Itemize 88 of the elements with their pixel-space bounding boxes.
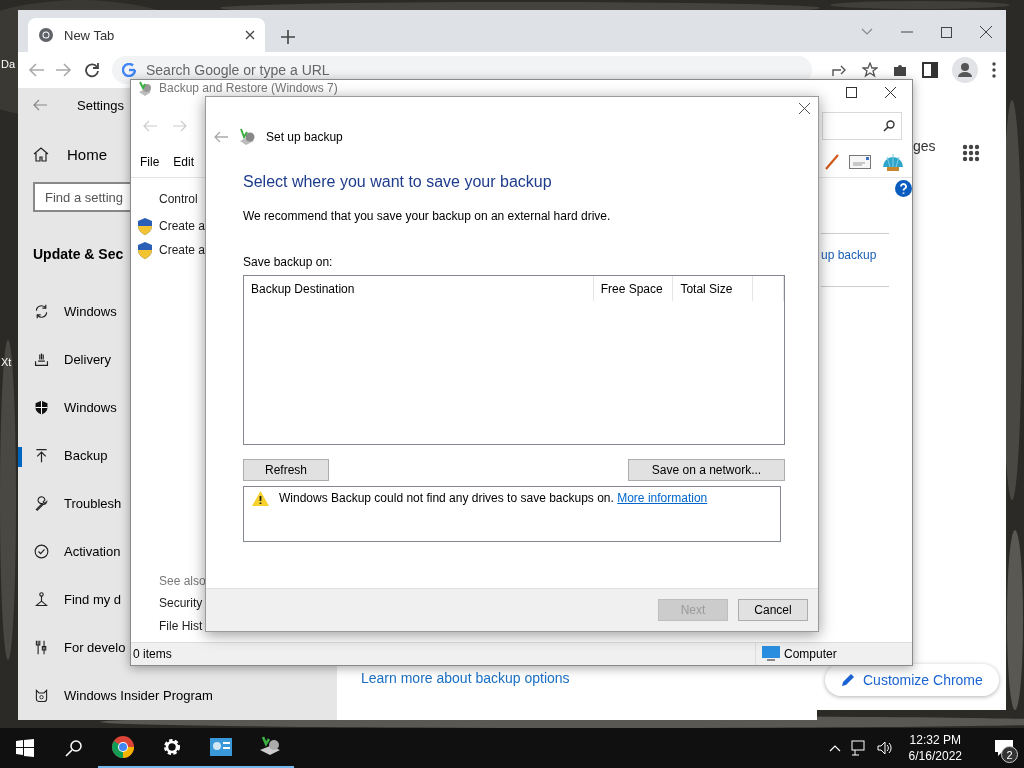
location-label: Computer <box>784 647 837 661</box>
shield-icon <box>137 217 153 235</box>
breadcrumb-link[interactable]: Control <box>137 192 198 214</box>
maximize-icon[interactable] <box>846 87 857 98</box>
person-icon <box>33 590 50 608</box>
list-label: Save backup on: <box>243 255 334 269</box>
browser-tab[interactable]: New Tab <box>28 18 265 52</box>
help-icon[interactable] <box>895 180 912 197</box>
refresh-icon <box>33 302 50 320</box>
check-circle-icon <box>33 542 50 560</box>
dialog-button[interactable]: Cancel <box>738 599 808 621</box>
search-field[interactable] <box>822 112 902 140</box>
nav-item[interactable]: Backup <box>18 433 108 477</box>
see-also-link[interactable]: File Hist <box>137 619 203 642</box>
recommendation-text: We recommend that you save your backup on an external hard drive. <box>243 209 612 223</box>
nav-item[interactable]: Troublesh <box>18 481 122 525</box>
maximize-icon[interactable] <box>941 26 952 38</box>
window-title: Settings <box>77 97 124 113</box>
learn-more-link[interactable]: Learn more about backup options <box>361 670 817 686</box>
speaker-icon[interactable] <box>876 740 893 756</box>
close-icon[interactable] <box>245 30 255 40</box>
item-count: 0 items <box>133 647 172 661</box>
menu-item[interactable]: Edit <box>173 155 195 169</box>
reload-icon[interactable] <box>84 62 100 78</box>
more-information-link[interactable]: More information <box>617 491 708 505</box>
menu-item[interactable]: File <box>140 155 160 169</box>
notification-count: 2 <box>1001 746 1018 763</box>
star-icon[interactable] <box>862 62 878 78</box>
search-field[interactable]: Find a setting <box>33 182 130 212</box>
network-icon[interactable] <box>850 740 867 756</box>
see-also-link[interactable]: Security <box>137 596 203 619</box>
save-on-network-button[interactable]: Save on a network... <box>628 459 785 481</box>
side-panel-icon[interactable] <box>922 62 938 78</box>
section-heading: Update & Sec <box>33 246 124 262</box>
chevron-down-icon[interactable] <box>861 28 873 36</box>
setup-backup-link[interactable]: up backup <box>821 234 912 286</box>
nav-item[interactable]: Windows Insider Program <box>18 673 213 717</box>
slash-icon[interactable] <box>825 154 839 170</box>
customize-chrome-button[interactable]: Customize Chrome <box>825 664 999 696</box>
caret-up-icon[interactable] <box>828 744 841 752</box>
warning-message: Windows Backup could not find any drives to save backups on. More information <box>279 491 708 505</box>
destination-list[interactable]: Backup Destination Free Space Total Size <box>243 275 785 445</box>
control-panel-icon <box>209 738 232 756</box>
see-also-heading: See also <box>158 574 206 590</box>
windows-logo-icon <box>15 739 34 757</box>
search-icon <box>883 120 895 132</box>
column-header[interactable]: Total Size <box>673 276 754 301</box>
home-icon <box>33 146 49 162</box>
close-icon[interactable] <box>885 87 896 98</box>
close-icon[interactable] <box>799 103 810 114</box>
refresh-button[interactable]: Refresh <box>243 459 329 481</box>
apps-grid-icon[interactable] <box>962 144 980 162</box>
backup-icon <box>137 81 153 97</box>
warning-icon <box>252 491 269 506</box>
backup-icon <box>238 128 256 146</box>
nav-item[interactable]: For develo <box>18 625 126 669</box>
envelope-icon[interactable] <box>849 155 871 169</box>
upload-icon <box>33 446 50 464</box>
nav-item[interactable]: Windows <box>18 289 117 333</box>
pencil-icon <box>841 673 855 687</box>
monitor-icon <box>762 646 780 662</box>
nav-item[interactable]: Find my d <box>18 577 122 621</box>
chrome-logo-icon <box>38 27 54 43</box>
nav-item[interactable]: Windows <box>18 385 117 429</box>
task-link[interactable]: Create a <box>159 243 206 257</box>
link-text[interactable]: ges <box>913 138 936 154</box>
shield-icon <box>33 398 50 416</box>
chrome-logo-icon <box>110 735 135 759</box>
column-header[interactable]: Free Space <box>593 276 674 301</box>
gear-icon <box>161 737 182 757</box>
new-tab-icon[interactable] <box>279 30 297 44</box>
google-logo-icon <box>122 63 136 77</box>
search-icon <box>64 739 83 757</box>
nav-item[interactable]: Delivery <box>18 337 111 381</box>
dialog-heading: Select where you want to save your backup <box>243 173 553 191</box>
menu-icon[interactable] <box>992 62 996 78</box>
close-icon[interactable] <box>980 26 992 38</box>
home-nav-item[interactable]: Home <box>33 144 107 164</box>
profile-icon[interactable] <box>952 57 978 83</box>
column-header[interactable]: Backup Destination <box>244 276 594 301</box>
clock[interactable]: 12:32 PM 6/16/2022 <box>908 732 962 764</box>
dialog-title: Set up backup <box>266 130 343 144</box>
share-icon[interactable] <box>832 63 848 77</box>
nav-item[interactable]: Activation <box>18 529 121 573</box>
window-title: Backup and Restore (Windows 7) <box>159 81 338 95</box>
back-arrow-icon[interactable] <box>33 99 47 111</box>
shield-icon <box>137 241 153 259</box>
task-link[interactable]: Create a <box>159 219 206 233</box>
